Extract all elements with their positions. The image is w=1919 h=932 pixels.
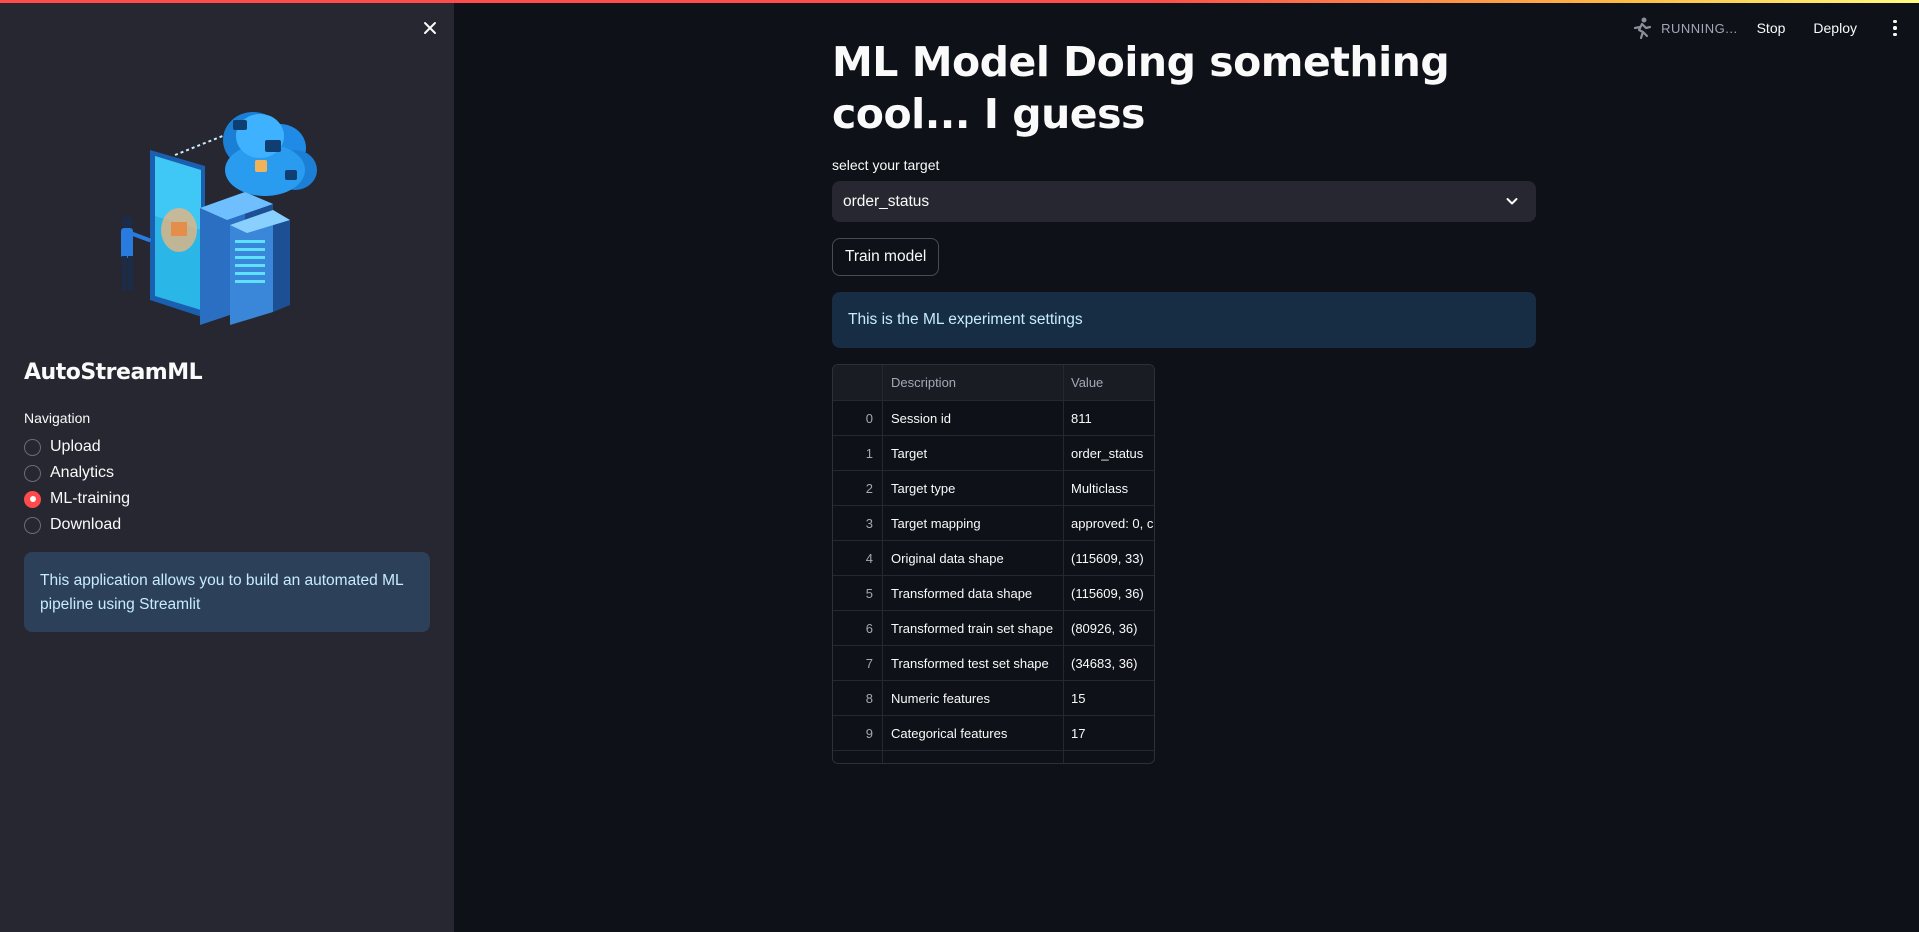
chevron-down-icon: [1506, 198, 1518, 205]
value-cell[interactable]: (80926, 36): [1064, 611, 1154, 645]
value-cell[interactable]: 17: [1064, 716, 1154, 750]
running-status: RUNNING...: [1631, 16, 1738, 40]
row-index: 8: [833, 681, 883, 715]
train-model-button[interactable]: Train model: [832, 238, 940, 276]
table-row: 3 Target mapping approved: 0, c: [833, 506, 1154, 541]
description-cell[interactable]: Target type: [883, 471, 1064, 505]
table-row: 4 Original data shape (115609, 33): [833, 541, 1154, 576]
value-cell[interactable]: approved: 0, c: [1064, 506, 1154, 540]
value-cell[interactable]: (34683, 36): [1064, 646, 1154, 680]
table-row-partial: [833, 751, 1154, 763]
row-index: 3: [833, 506, 883, 540]
table-row: 9 Categorical features 17: [833, 716, 1154, 751]
description-cell[interactable]: Session id: [883, 401, 1064, 435]
close-sidebar-icon[interactable]: [418, 16, 442, 40]
value-cell[interactable]: (115609, 33): [1064, 541, 1154, 575]
row-index: 7: [833, 646, 883, 680]
description-cell[interactable]: Transformed data shape: [883, 576, 1064, 610]
value-header[interactable]: Value: [1064, 365, 1154, 400]
top-decoration-bar: [0, 0, 1919, 3]
sidebar: AutoStreamML Navigation Upload Analytics…: [0, 0, 454, 932]
main-menu-icon[interactable]: [1885, 16, 1905, 40]
value-cell[interactable]: 15: [1064, 681, 1154, 715]
nav-radio-upload[interactable]: Upload: [24, 434, 130, 460]
row-index: 2: [833, 471, 883, 505]
value-cell[interactable]: (115609, 36): [1064, 576, 1154, 610]
value-cell: [1064, 751, 1154, 763]
deploy-button[interactable]: Deploy: [1813, 20, 1857, 36]
app-title: AutoStreamML: [24, 360, 203, 385]
radio-button-icon[interactable]: [24, 464, 41, 482]
row-index: 0: [833, 401, 883, 435]
description-cell: [883, 751, 1064, 763]
table-row: 2 Target type Multiclass: [833, 471, 1154, 506]
description-cell[interactable]: Transformed train set shape: [883, 611, 1064, 645]
nav-radio-label: ML-training: [50, 490, 131, 507]
nav-radio-label: Upload: [50, 438, 101, 455]
value-cell[interactable]: Multiclass: [1064, 471, 1154, 505]
running-status-text: RUNNING...: [1661, 20, 1738, 36]
radio-button-selected-icon[interactable]: [24, 490, 41, 508]
table-row: 8 Numeric features 15: [833, 681, 1154, 716]
target-select-value: order_status: [843, 192, 930, 210]
nav-radio-label: Download: [50, 516, 122, 533]
table-row: 7 Transformed test set shape (34683, 36): [833, 646, 1154, 681]
description-cell[interactable]: Target mapping: [883, 506, 1064, 540]
sidebar-info-box: This application allows you to build an …: [24, 552, 430, 632]
description-cell[interactable]: Original data shape: [883, 541, 1064, 575]
description-cell[interactable]: Numeric features: [883, 681, 1064, 715]
description-header[interactable]: Description: [883, 365, 1064, 400]
settings-dataframe[interactable]: Description Value 0 Session id 811 1 Tar…: [832, 364, 1155, 764]
page-title: ML Model Doing something cool... I guess: [832, 38, 1450, 138]
table-row: 6 Transformed train set shape (80926, 36…: [833, 611, 1154, 646]
row-index: 1: [833, 436, 883, 470]
stop-button[interactable]: Stop: [1757, 20, 1786, 36]
table-header-row: Description Value: [833, 365, 1154, 401]
navigation-radio-group: Upload Analytics ML-training Download: [24, 434, 130, 538]
experiment-info-text: This is the ML experiment settings: [848, 311, 1083, 328]
radio-button-icon[interactable]: [24, 516, 41, 534]
description-cell[interactable]: Transformed test set shape: [883, 646, 1064, 680]
description-cell[interactable]: Categorical features: [883, 716, 1064, 750]
nav-radio-label: Analytics: [50, 464, 115, 481]
app-header: RUNNING... Stop Deploy: [1631, 8, 1919, 48]
row-index: 9: [833, 716, 883, 750]
radio-button-icon[interactable]: [24, 438, 41, 456]
index-header: [833, 365, 883, 400]
running-man-icon: [1633, 17, 1652, 40]
table-row: 5 Transformed data shape (115609, 36): [833, 576, 1154, 611]
nav-radio-ml-training[interactable]: ML-training: [24, 486, 130, 512]
navigation-label: Navigation: [24, 410, 91, 426]
target-select[interactable]: order_status: [832, 181, 1536, 222]
row-index: 5: [833, 576, 883, 610]
target-select-label: select your target: [832, 157, 940, 173]
cloud-server-illustration: [105, 100, 350, 325]
row-index: 6: [833, 611, 883, 645]
table-row: 1 Target order_status: [833, 436, 1154, 471]
value-cell[interactable]: 811: [1064, 401, 1154, 435]
description-cell[interactable]: Target: [883, 436, 1064, 470]
nav-radio-analytics[interactable]: Analytics: [24, 460, 130, 486]
row-index: [833, 751, 883, 763]
value-cell[interactable]: order_status: [1064, 436, 1154, 470]
experiment-info-box: This is the ML experiment settings: [832, 292, 1536, 348]
nav-radio-download[interactable]: Download: [24, 512, 130, 538]
table-row: 0 Session id 811: [833, 401, 1154, 436]
row-index: 4: [833, 541, 883, 575]
